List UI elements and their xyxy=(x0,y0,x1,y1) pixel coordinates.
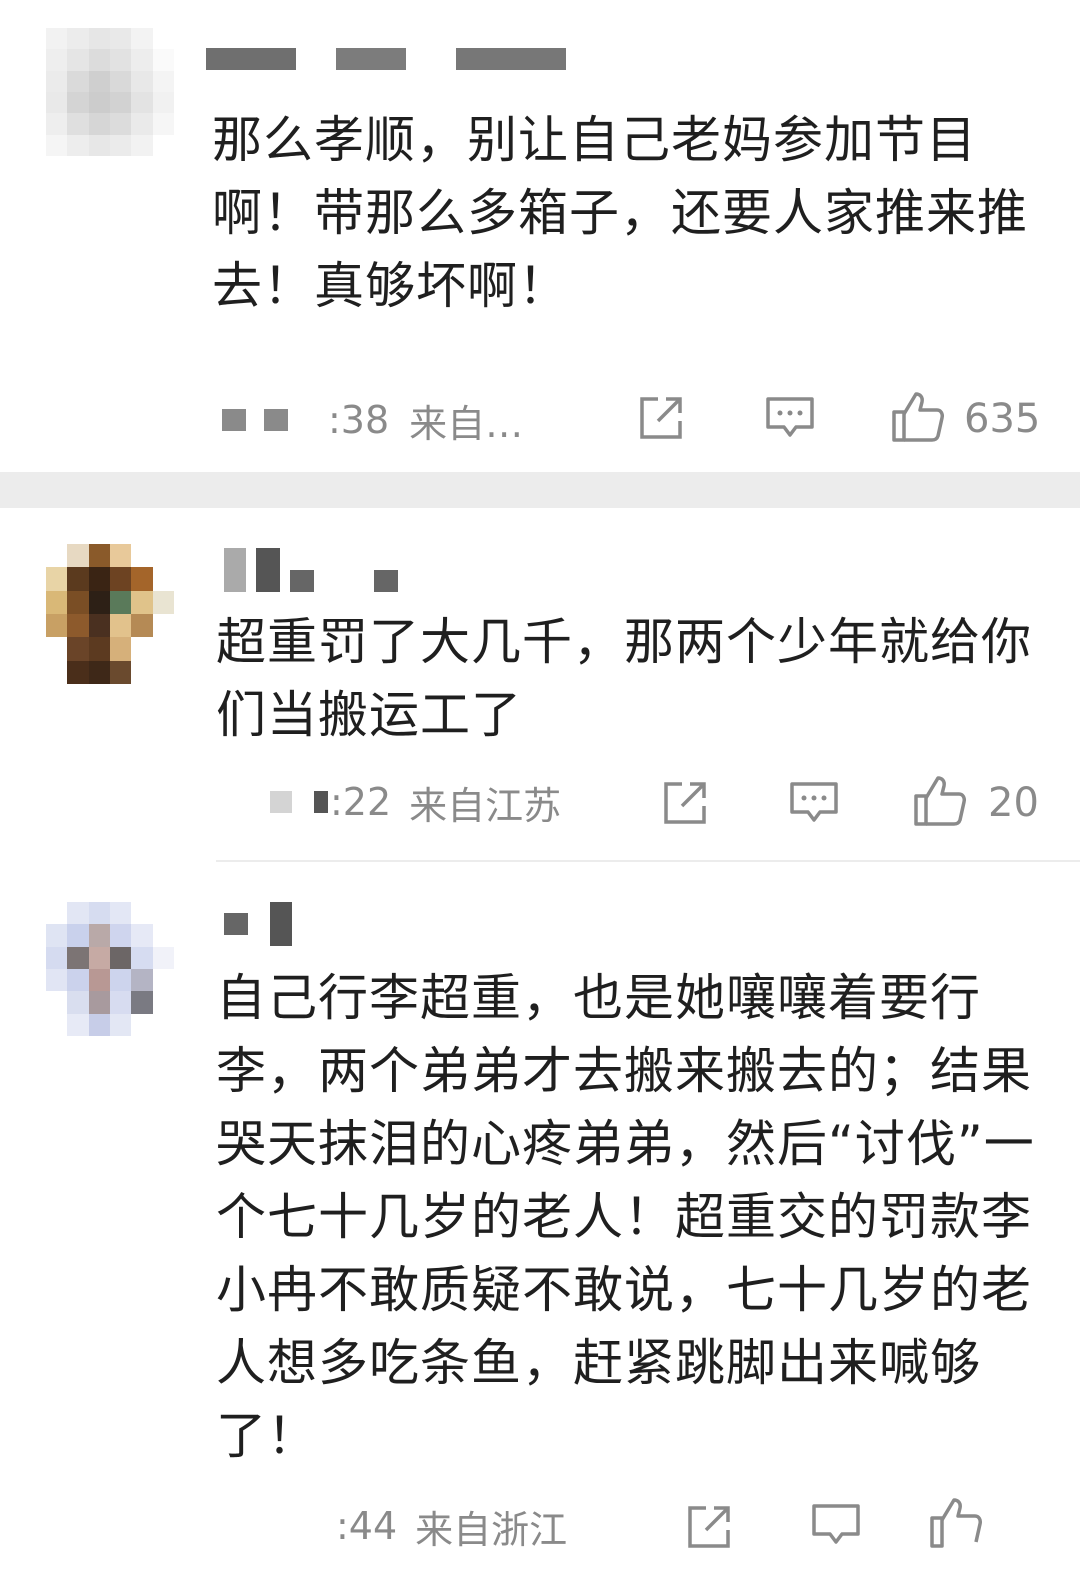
username-blurred[interactable] xyxy=(224,902,292,946)
comment-meta: :38 来自… xyxy=(222,390,523,450)
section-divider xyxy=(0,472,1080,508)
thumbs-up-icon[interactable] xyxy=(912,772,968,828)
thumbs-up-icon[interactable] xyxy=(928,1494,984,1550)
timestamp: :22 xyxy=(330,780,392,824)
timestamp: :38 xyxy=(328,398,390,442)
username-blurred[interactable] xyxy=(314,791,328,813)
like-count: 20 xyxy=(988,780,1039,826)
username-blurred[interactable] xyxy=(224,548,398,592)
username-blurred[interactable] xyxy=(206,48,566,70)
username-blurred[interactable] xyxy=(270,791,292,813)
location: 来自江苏 xyxy=(409,783,562,828)
comment-text: 那么孝顺，别让自己老妈参加节目啊！带那么多箱子，还要人家推来推去！真够坏啊！ xyxy=(212,111,1028,315)
comment-item-2: 超重罚了大几千，那两个少年就给你们当搬运工了 :22 来自江苏 20 xyxy=(0,508,1080,860)
comment-icon[interactable] xyxy=(810,1500,862,1550)
avatar[interactable] xyxy=(46,28,174,156)
comment-icon[interactable] xyxy=(764,393,816,443)
avatar[interactable] xyxy=(46,902,174,1036)
avatar[interactable] xyxy=(46,544,174,684)
thumbs-up-icon[interactable] xyxy=(890,388,946,444)
comment-text: 超重罚了大几千，那两个少年就给你们当搬运工了 xyxy=(216,613,1032,744)
comment-meta: :22 来自江苏 xyxy=(270,772,561,832)
share-icon[interactable] xyxy=(636,393,686,443)
location: 来自浙江 xyxy=(415,1507,568,1552)
like-count: 635 xyxy=(964,396,1041,442)
comment-meta: :44 来自浙江 xyxy=(336,1496,567,1556)
comment-text: 自己行李超重，也是她嚷嚷着要行李，两个弟弟才去搬来搬去的；结果哭天抹泪的心疼弟弟… xyxy=(216,969,1035,1465)
share-icon[interactable] xyxy=(660,778,710,828)
timestamp: :44 xyxy=(336,1504,398,1548)
comment-icon[interactable] xyxy=(788,778,840,828)
username-blurred[interactable] xyxy=(222,409,246,431)
comment-item-3: 自己行李超重，也是她嚷嚷着要行李，两个弟弟才去搬来搬去的；结果哭天抹泪的心疼弟弟… xyxy=(0,862,1080,1574)
username-blurred[interactable] xyxy=(264,409,288,431)
share-icon[interactable] xyxy=(684,1502,734,1552)
comment-item-1: 那么孝顺，别让自己老妈参加节目啊！带那么多箱子，还要人家推来推去！真够坏啊！ :… xyxy=(0,0,1080,472)
location: 来自… xyxy=(409,401,524,446)
